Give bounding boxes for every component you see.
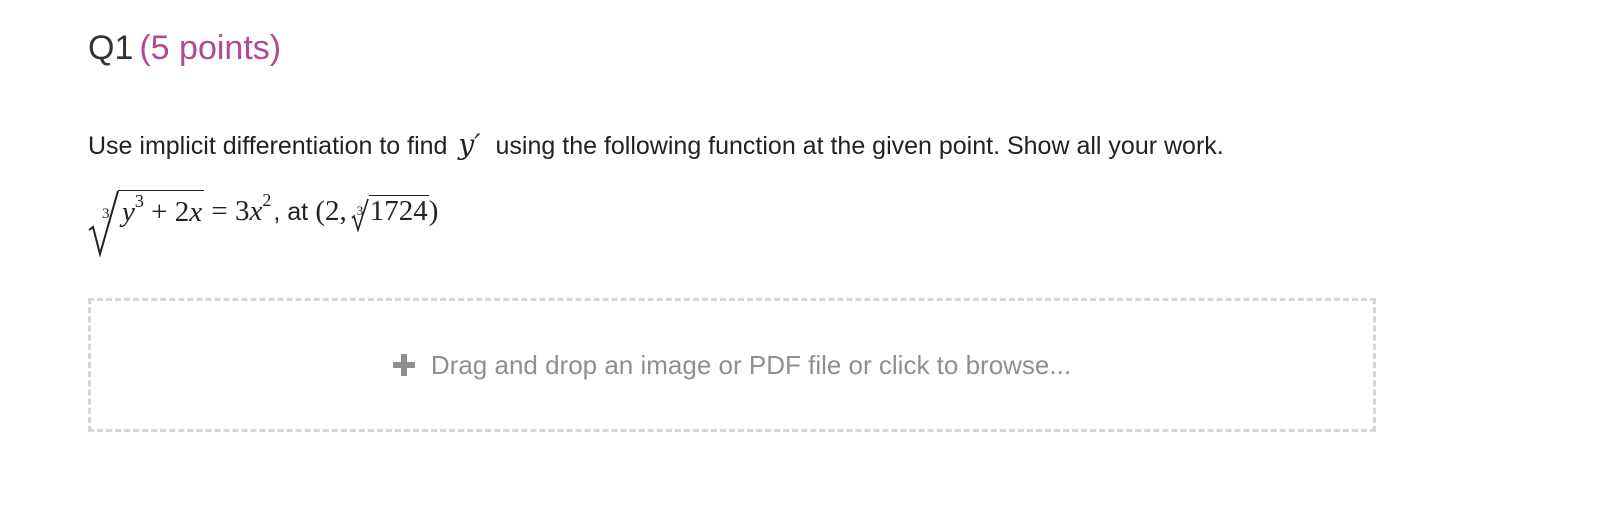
rhs-exponent: 2 bbox=[262, 190, 272, 210]
cube-root-expression: 3 y3 + 2x bbox=[88, 190, 205, 258]
question-header: Q1 (5 points) bbox=[88, 26, 281, 70]
at-text: , at bbox=[273, 198, 309, 226]
question-number: Q1 bbox=[88, 29, 134, 67]
point-root-index: 3 bbox=[356, 203, 364, 218]
equation-rhs: = 3x2, at (2, 3 1724) bbox=[204, 188, 439, 232]
equals-term: = 3 bbox=[211, 195, 250, 227]
question-prompt: Use implicit differentiation to find y′ … bbox=[88, 128, 1224, 163]
radicand-var: y bbox=[122, 196, 135, 228]
radicand: y3 + 2x bbox=[118, 190, 205, 229]
radicand-rest: + 2 bbox=[151, 196, 190, 228]
question-points: (5 points) bbox=[139, 29, 282, 67]
prompt-variable: y′ bbox=[458, 128, 481, 161]
point-close: ) bbox=[428, 195, 439, 227]
radical-sign-icon bbox=[88, 190, 119, 258]
radicand-exponent: 3 bbox=[134, 191, 144, 211]
root-index: 3 bbox=[102, 206, 110, 222]
equation: 3 y3 + 2x = 3x2, at (2, 3 1724) bbox=[88, 188, 438, 258]
radicand-x: x bbox=[189, 196, 203, 228]
plus-icon bbox=[392, 354, 415, 376]
prompt-text-after: using the following function at the give… bbox=[495, 132, 1224, 160]
point-cube-root: 3 1724 bbox=[351, 194, 429, 232]
point-open: (2, bbox=[315, 195, 347, 227]
rhs-var: x bbox=[249, 195, 263, 227]
point-radicand: 1724 bbox=[368, 195, 429, 227]
dropzone-content[interactable]: Drag and drop an image or PDF file or cl… bbox=[392, 349, 1072, 381]
prompt-text-before: Use implicit differentiation to find bbox=[88, 132, 448, 160]
file-upload-dropzone[interactable]: Drag and drop an image or PDF file or cl… bbox=[88, 298, 1376, 432]
dropzone-label: Drag and drop an image or PDF file or cl… bbox=[430, 349, 1072, 380]
